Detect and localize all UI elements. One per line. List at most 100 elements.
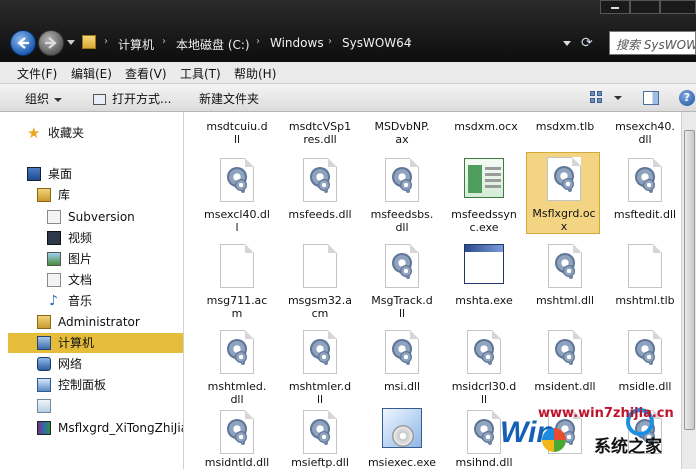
file-item[interactable]: msfeedssyn c.exe [447, 154, 521, 236]
blank-file-icon [303, 244, 337, 288]
nav-item-favorites[interactable]: ★ 收藏夹 [0, 123, 183, 143]
dll-gear-icon [303, 410, 337, 454]
file-name: msident.dll [534, 380, 596, 393]
breadcrumb-syswow64[interactable]: SysWOW64 [342, 36, 411, 50]
chevron-right-icon[interactable]: › [408, 36, 412, 47]
file-item[interactable]: mshtmled. dll [200, 326, 274, 408]
close-button[interactable] [660, 0, 696, 14]
chevron-right-icon[interactable]: › [328, 36, 332, 47]
forward-button[interactable] [38, 30, 64, 56]
dll-gear-icon [220, 410, 254, 454]
open-with-button[interactable]: 打开方式... [93, 90, 171, 107]
file-item[interactable]: msfeedsbs. dll [365, 154, 439, 236]
file-item[interactable]: msidntld.dll [200, 406, 274, 469]
nav-item-pictures[interactable]: 图片 [0, 249, 183, 269]
breadcrumb-computer[interactable]: 计算机 [118, 36, 154, 53]
nav-item-documents[interactable]: 文档 [0, 270, 183, 290]
nav-item-computer[interactable]: 计算机 [8, 333, 183, 353]
nav-item-music[interactable]: ♪ 音乐 [0, 291, 183, 311]
file-name: mshtml.dll [535, 294, 595, 307]
nav-label: 网络 [58, 357, 83, 371]
menu-help[interactable]: 帮助(H) [234, 65, 276, 82]
chevron-right-icon[interactable]: › [162, 36, 166, 47]
nav-item-recycle-bin[interactable] [0, 396, 183, 416]
nav-item-archive[interactable]: Msflxgrd_XiTongZhiJia.z [0, 418, 183, 438]
file-item[interactable]: msident.dll [528, 326, 602, 408]
chevron-right-icon[interactable]: › [104, 36, 108, 47]
nav-item-network[interactable]: 网络 [0, 354, 183, 374]
preview-pane-icon[interactable] [643, 91, 659, 105]
open-with-label: 打开方式... [112, 92, 172, 106]
menu-view[interactable]: 查看(V) [125, 65, 167, 82]
file-name: msdxm.tlb [535, 120, 595, 133]
file-item[interactable]: msexcl40.dl l [200, 154, 274, 236]
video-icon [47, 231, 61, 245]
navigation-pane: ★ 收藏夹 桌面 库 Subversion 视频 图片 文档 ♪ 音乐 Admi… [0, 112, 184, 469]
file-item[interactable]: msieftp.dll [283, 406, 357, 469]
user-folder-icon [37, 315, 51, 329]
file-name: msdxm.ocx [454, 120, 518, 133]
nav-item-libraries[interactable]: 库 [0, 185, 183, 205]
nav-item-desktop[interactable]: 桌面 [0, 164, 183, 184]
file-item[interactable]: mshtml.dll [528, 240, 602, 322]
file-name: msftedit.dll [613, 208, 677, 221]
minimize-button[interactable] [600, 0, 630, 14]
file-item[interactable]: msfeeds.dll [283, 154, 357, 236]
watermark-logo: Win www.win7zhijia.cn 系统之家 [498, 404, 696, 469]
nav-item-control-panel[interactable]: 控制面板 [0, 375, 183, 395]
back-button[interactable] [10, 30, 36, 56]
blank-file-icon [220, 244, 254, 288]
music-note-icon: ♪ [49, 293, 58, 309]
feeds-exe-icon [464, 158, 504, 198]
installer-exe-icon [382, 408, 422, 448]
nav-label: 图片 [68, 252, 93, 266]
maximize-button[interactable] [630, 0, 660, 14]
chevron-right-icon[interactable]: › [256, 36, 260, 47]
file-item[interactable]: msidcrl30.d ll [447, 326, 521, 408]
document-icon [47, 273, 61, 287]
file-item[interactable]: msi.dll [365, 326, 439, 408]
nav-item-subversion[interactable]: Subversion [0, 207, 183, 227]
file-item[interactable]: mshtml.tlb [608, 240, 681, 322]
file-item[interactable]: msidle.dll [608, 326, 681, 408]
file-item[interactable]: mshta.exe [447, 240, 521, 322]
nav-item-videos[interactable]: 视频 [0, 228, 183, 248]
file-item[interactable]: mshtmler.d ll [283, 326, 357, 408]
file-item[interactable]: MsgTrack.d ll [365, 240, 439, 322]
breadcrumb-windows[interactable]: Windows [270, 36, 324, 50]
scrollbar-thumb[interactable] [684, 130, 695, 430]
nav-label: 收藏夹 [48, 126, 85, 140]
menu-tools[interactable]: 工具(T) [180, 65, 221, 82]
file-name: msidcrl30.d ll [451, 380, 517, 406]
file-name: msg711.ac m [206, 294, 268, 320]
file-item-selected[interactable]: Msflxgrd.oc x [526, 152, 600, 234]
recent-pages-dropdown-icon[interactable] [67, 40, 75, 45]
file-item[interactable]: msg711.ac m [200, 240, 274, 322]
document-icon [47, 210, 61, 224]
nav-label: 控制面板 [58, 378, 107, 392]
organize-button[interactable]: 组织 [25, 90, 63, 107]
refresh-icon[interactable]: ⟳ [581, 35, 593, 51]
file-name: msidntld.dll [204, 456, 270, 469]
search-input[interactable]: 搜索 SysWOW64 [609, 31, 696, 55]
folder-icon [82, 35, 96, 49]
dll-gear-icon [220, 330, 254, 374]
dll-gear-icon [385, 330, 419, 374]
file-item[interactable]: msiexec.exe [365, 406, 439, 469]
file-item[interactable]: msgsm32.a cm [283, 240, 357, 322]
address-bar[interactable]: › 计算机 › 本地磁盘 (C:) › Windows › SysWOW64 › [80, 32, 580, 54]
menu-file[interactable]: 文件(F) [17, 65, 57, 82]
new-folder-button[interactable]: 新建文件夹 [199, 90, 259, 107]
change-view-icon[interactable] [590, 91, 604, 104]
nav-item-administrator[interactable]: Administrator [0, 312, 183, 332]
view-options-dropdown-icon[interactable] [614, 96, 622, 100]
desktop-icon [27, 167, 41, 181]
address-history-dropdown-icon[interactable] [563, 41, 571, 46]
file-name: msgsm32.a cm [287, 294, 353, 320]
help-icon[interactable]: ? [679, 90, 695, 106]
menu-edit[interactable]: 编辑(E) [71, 65, 112, 82]
breadcrumb-local-disk[interactable]: 本地磁盘 (C:) [176, 36, 250, 53]
open-with-icon [93, 94, 106, 105]
file-item[interactable]: msftedit.dll [608, 154, 681, 236]
file-name: mshta.exe [455, 294, 513, 307]
